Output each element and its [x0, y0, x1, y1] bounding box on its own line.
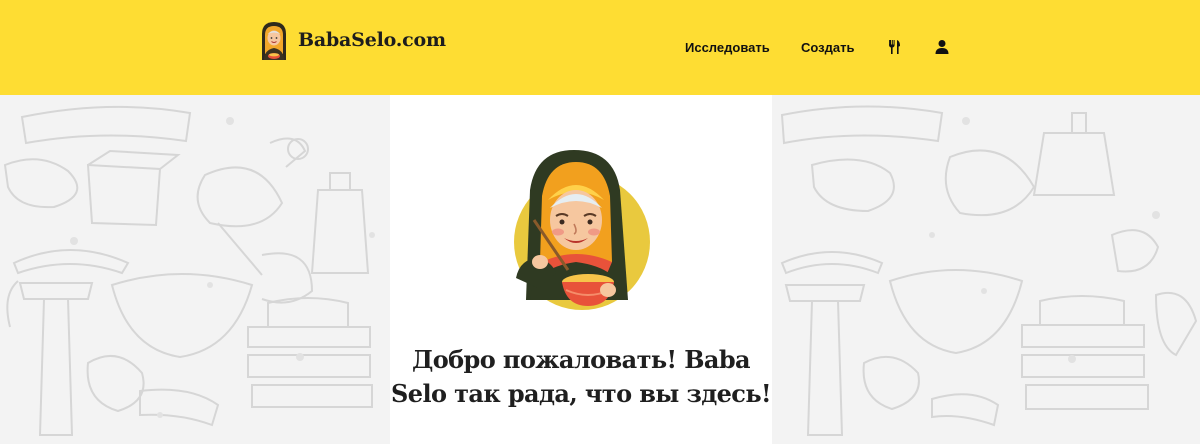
nav-explore-link[interactable]: Исследовать — [685, 40, 770, 55]
welcome-panel: Добро пожаловать! Baba Selo так рада, чт… — [390, 95, 772, 444]
fork-knife-icon[interactable] — [886, 39, 902, 55]
brand-logo-link[interactable]: BabaSelo.com — [256, 20, 446, 64]
grandma-logo-icon — [262, 22, 286, 60]
food-pattern-right — [772, 95, 1200, 444]
brand-name: BabaSelo.com — [298, 29, 446, 51]
user-icon[interactable] — [934, 39, 950, 55]
food-pattern-left — [0, 95, 390, 444]
welcome-heading: Добро пожаловать! Baba Selo так рада, чт… — [391, 345, 772, 408]
nav-create-link[interactable]: Создать — [801, 40, 854, 55]
top-header: BabaSelo.com Исследовать Создать — [0, 0, 1200, 95]
grandma-cooking-avatar — [514, 150, 650, 310]
kitchen-doodle-pattern — [780, 105, 1198, 436]
kitchen-doodle-pattern — [3, 105, 375, 436]
